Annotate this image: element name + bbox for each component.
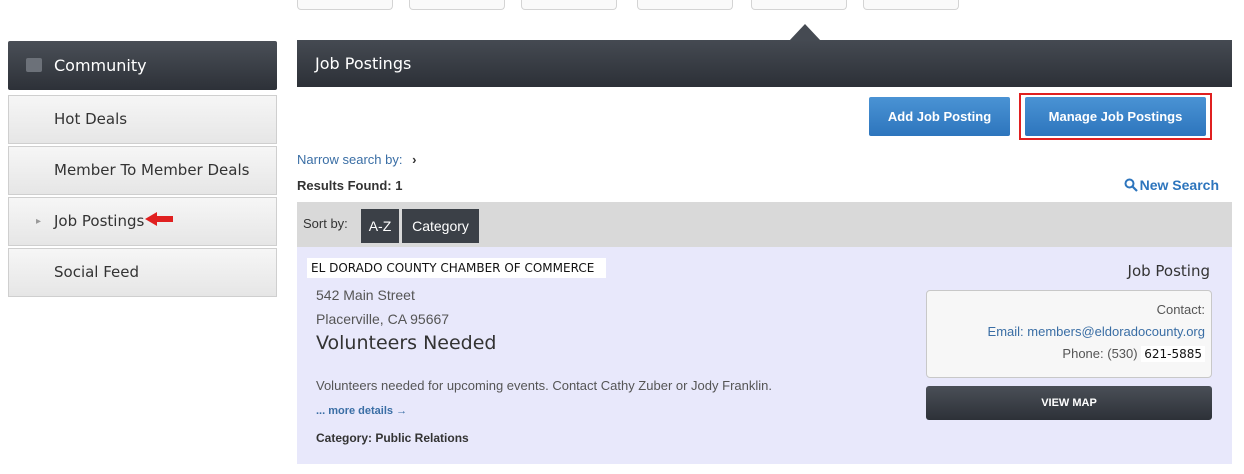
top-nav-tab[interactable] bbox=[521, 0, 617, 10]
listing-card: EL DORADO COUNTY CHAMBER OF COMMERCE 542… bbox=[297, 247, 1232, 464]
listing-address-line2: Placerville, CA 95667 bbox=[316, 311, 450, 327]
top-nav-tab[interactable] bbox=[637, 0, 733, 10]
red-arrow-annotation-icon bbox=[145, 212, 173, 226]
listing-org-name: EL DORADO COUNTY CHAMBER OF COMMERCE bbox=[307, 258, 607, 278]
contact-box: Contact: Email: members@eldoradocounty.o… bbox=[926, 290, 1212, 378]
listing-address-line1: 542 Main Street bbox=[316, 287, 415, 303]
active-tab-notch bbox=[789, 24, 821, 41]
sort-label: Sort by: bbox=[303, 216, 348, 231]
narrow-search-label: Narrow search by: bbox=[297, 152, 403, 167]
contact-label: Contact: bbox=[1156, 302, 1205, 317]
caret-right-icon: ▸ bbox=[36, 216, 42, 227]
sidebar-item-label: Job Postings bbox=[54, 212, 145, 230]
listing-description: Volunteers needed for upcoming events. C… bbox=[316, 378, 772, 393]
page-title-bar: Job Postings bbox=[297, 40, 1232, 87]
top-nav-tab[interactable] bbox=[297, 0, 393, 10]
sidebar-item-social-feed[interactable]: Social Feed bbox=[8, 248, 277, 297]
narrow-search[interactable]: Narrow search by: › bbox=[297, 152, 416, 167]
top-nav-tab[interactable] bbox=[751, 0, 847, 10]
sidebar-header-community[interactable]: Community bbox=[8, 41, 277, 90]
sidebar-item-label: Member To Member Deals bbox=[54, 161, 250, 179]
sort-category-button[interactable]: Category bbox=[402, 209, 479, 243]
more-details-link[interactable]: ... more details → bbox=[316, 405, 407, 417]
new-search-label: New Search bbox=[1139, 177, 1219, 193]
results-count: Results Found: 1 bbox=[297, 178, 403, 193]
contact-phone: Phone: (530) 621-5885 bbox=[927, 343, 1205, 365]
sort-bar: Sort by: A-Z Category bbox=[297, 202, 1232, 247]
listing-title[interactable]: Volunteers Needed bbox=[316, 332, 497, 354]
sidebar-header-label: Community bbox=[54, 56, 147, 75]
phone-prefix: Phone: (530) bbox=[1062, 346, 1138, 361]
sidebar-item-label: Social Feed bbox=[54, 263, 140, 281]
listing-type-label: Job Posting bbox=[1127, 262, 1210, 280]
add-job-posting-button[interactable]: Add Job Posting bbox=[869, 97, 1010, 136]
sort-az-button[interactable]: A-Z bbox=[361, 209, 399, 243]
view-map-button[interactable]: VIEW MAP bbox=[926, 386, 1212, 420]
page-title: Job Postings bbox=[315, 54, 412, 73]
highlight-box-annotation bbox=[1019, 93, 1212, 140]
sidebar-item-member-to-member-deals[interactable]: Member To Member Deals bbox=[8, 146, 277, 195]
top-nav-tab[interactable] bbox=[863, 0, 959, 10]
top-nav-tab[interactable] bbox=[409, 0, 505, 10]
sidebar-item-hot-deals[interactable]: Hot Deals bbox=[8, 95, 277, 144]
new-search-link[interactable]: New Search bbox=[1124, 177, 1219, 193]
community-icon bbox=[26, 58, 42, 72]
listing-category: Category: Public Relations bbox=[316, 431, 469, 445]
sidebar-item-job-postings[interactable]: ▸ Job Postings bbox=[8, 197, 277, 246]
sidebar-item-label: Hot Deals bbox=[54, 110, 128, 128]
contact-email-link[interactable]: Email: members@eldoradocounty.org bbox=[927, 321, 1205, 343]
phone-number: 621-5885 bbox=[1141, 346, 1205, 362]
chevron-right-icon: › bbox=[412, 152, 417, 167]
search-icon bbox=[1124, 178, 1138, 192]
